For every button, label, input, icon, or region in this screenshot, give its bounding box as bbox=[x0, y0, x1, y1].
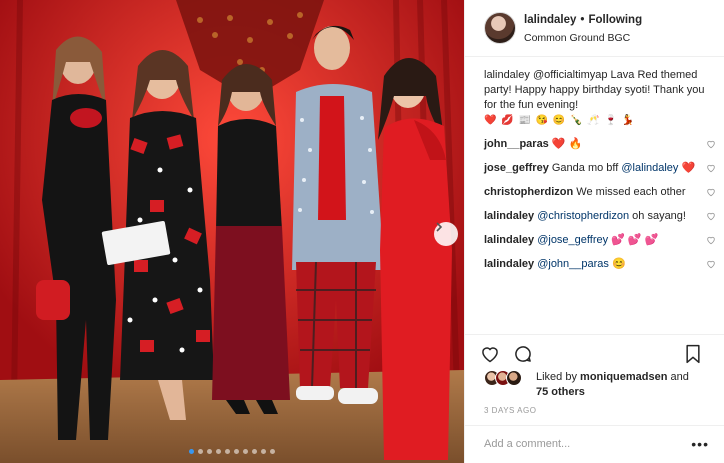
post-actions bbox=[465, 334, 724, 364]
comment-emoji: ❤️ bbox=[681, 162, 696, 174]
heart-icon[interactable] bbox=[480, 344, 500, 364]
comment-text: Ganda mo bff bbox=[551, 162, 619, 174]
comment-item: john__paras ❤️ 🔥 bbox=[484, 137, 716, 152]
post-header: lalindaley • Following Common Ground BGC bbox=[465, 0, 724, 57]
carousel-dot bbox=[189, 449, 194, 454]
comments-list: lalindaley @officialtimyap Lava Red them… bbox=[484, 68, 716, 281]
likes-text: Liked by moniquemadsen and 75 others bbox=[536, 370, 689, 400]
header-username[interactable]: lalindaley bbox=[524, 14, 576, 26]
caption-mention[interactable]: @officialtimyap bbox=[533, 69, 608, 81]
heart-icon[interactable] bbox=[706, 163, 716, 173]
carousel-next-button[interactable] bbox=[434, 222, 458, 246]
comment-mention[interactable]: @jose_geffrey bbox=[537, 234, 608, 246]
add-comment-bar: Add a comment... ••• bbox=[465, 425, 724, 463]
likes-joiner: and bbox=[670, 371, 689, 383]
liker-username[interactable]: moniquemadsen bbox=[580, 371, 667, 383]
comment-mention[interactable]: @john__paras bbox=[537, 258, 609, 270]
likes-prefix: Liked by bbox=[536, 371, 577, 383]
comment-text: 😊 bbox=[611, 258, 626, 270]
heart-icon[interactable] bbox=[706, 187, 716, 197]
carousel-dot bbox=[216, 449, 221, 454]
party-photo-illustration bbox=[0, 0, 464, 463]
comment-username[interactable]: christopherdizon bbox=[484, 186, 573, 198]
carousel-dot bbox=[198, 449, 203, 454]
comment-input[interactable]: Add a comment... bbox=[484, 438, 570, 450]
carousel-dot bbox=[207, 449, 212, 454]
comment-item: lalindaley @john__paras 😊 bbox=[484, 257, 716, 272]
comment-mention[interactable]: @christopherdizon bbox=[537, 210, 629, 222]
carousel-dot bbox=[270, 449, 275, 454]
chevron-right-icon bbox=[436, 222, 443, 232]
carousel-dot bbox=[225, 449, 230, 454]
carousel-indicator bbox=[0, 449, 464, 454]
bookmark-icon[interactable] bbox=[684, 344, 702, 364]
carousel-dot bbox=[252, 449, 257, 454]
comment-username[interactable]: lalindaley bbox=[484, 258, 534, 270]
heart-icon[interactable] bbox=[706, 139, 716, 149]
comment-item: christopherdizon We missed each other bbox=[484, 185, 716, 200]
comment-username[interactable]: jose_geffrey bbox=[484, 162, 549, 174]
avatar[interactable] bbox=[484, 12, 516, 44]
comment-item: jose_geffrey Ganda mo bff @lalindaley ❤️ bbox=[484, 161, 716, 176]
comment-icon[interactable] bbox=[513, 344, 533, 364]
likes-others-link[interactable]: 75 others bbox=[536, 386, 585, 398]
post-caption: lalindaley @officialtimyap Lava Red them… bbox=[484, 68, 716, 128]
comment-username[interactable]: lalindaley bbox=[484, 210, 534, 222]
comment-text: oh sayang! bbox=[632, 210, 686, 222]
header-user-line: lalindaley • Following bbox=[524, 14, 642, 26]
comment-text: ❤️ 🔥 bbox=[551, 138, 583, 150]
liker-avatar[interactable] bbox=[506, 370, 522, 386]
comment-item: lalindaley @jose_geffrey 💕 💕 💕 bbox=[484, 233, 716, 248]
comment-username[interactable]: lalindaley bbox=[484, 234, 534, 246]
carousel-dot bbox=[243, 449, 248, 454]
likes-summary: Liked by moniquemadsen and 75 others bbox=[484, 368, 716, 402]
caption-emojis: ❤️ 💋 📰 😘 😊 🍾 🥂 🍷 💃 bbox=[484, 115, 636, 126]
post-photo[interactable] bbox=[0, 0, 464, 463]
post-timestamp[interactable]: 3 DAYS AGO bbox=[484, 406, 536, 415]
post-side-panel: lalindaley • Following Common Ground BGC l… bbox=[464, 0, 724, 463]
comment-text: We missed each other bbox=[576, 186, 686, 198]
comment-username[interactable]: john__paras bbox=[484, 138, 549, 150]
comment-mention[interactable]: @lalindaley bbox=[621, 162, 678, 174]
following-button[interactable]: Following bbox=[588, 14, 642, 26]
caption-username[interactable]: lalindaley bbox=[484, 69, 530, 81]
heart-icon[interactable] bbox=[706, 259, 716, 269]
comment-item: lalindaley @christopherdizon oh sayang! bbox=[484, 209, 716, 224]
carousel-dot bbox=[261, 449, 266, 454]
header-separator: • bbox=[580, 14, 585, 26]
comment-text: 💕 💕 💕 bbox=[611, 234, 659, 246]
more-options-icon[interactable]: ••• bbox=[691, 436, 709, 452]
heart-icon[interactable] bbox=[706, 235, 716, 245]
heart-icon[interactable] bbox=[706, 211, 716, 221]
carousel-dot bbox=[234, 449, 239, 454]
location-link[interactable]: Common Ground BGC bbox=[524, 32, 630, 44]
